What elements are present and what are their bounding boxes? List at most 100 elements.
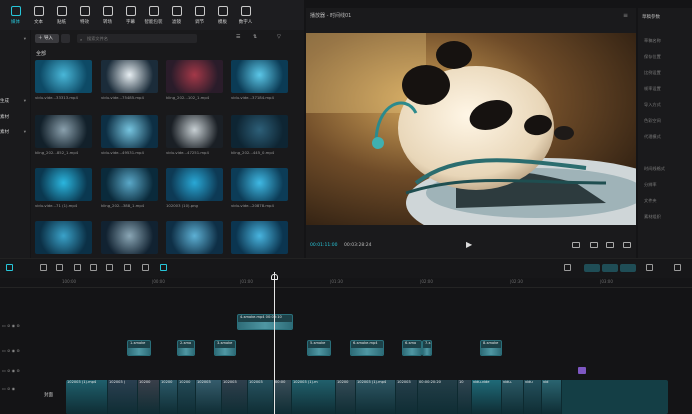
crop-icon[interactable] xyxy=(590,242,598,248)
timeline-clip[interactable]: 3-smoke xyxy=(214,340,236,356)
zoom-fit-icon[interactable] xyxy=(646,264,653,271)
main-clip[interactable]: 102003 (1).mp4 xyxy=(356,380,396,414)
main-clip[interactable]: 00:00:20:20 xyxy=(418,380,458,414)
preview-axis-toggle[interactable] xyxy=(620,264,636,272)
sidebar-item[interactable]: 素材 xyxy=(0,114,26,123)
snap-toggle[interactable] xyxy=(584,264,600,272)
main-clip[interactable]: 102003 xyxy=(248,380,274,414)
media-thumbnail[interactable] xyxy=(101,115,158,148)
main-clip[interactable]: 102003 xyxy=(222,380,248,414)
media-thumbnail[interactable] xyxy=(101,221,158,254)
main-clip[interactable]: 10200 xyxy=(160,380,178,414)
tool-template[interactable]: 模板 xyxy=(211,0,234,30)
media-thumbnail[interactable] xyxy=(101,60,158,93)
media-thumbnail[interactable] xyxy=(166,115,223,148)
media-thumbnail[interactable] xyxy=(35,60,92,93)
split-right-icon[interactable] xyxy=(106,264,113,271)
fullscreen-icon[interactable] xyxy=(623,242,631,248)
more-icon[interactable]: ▽ xyxy=(277,34,281,40)
tool-filter[interactable]: 滤镜 xyxy=(165,0,188,30)
main-clip-label: 00:00 xyxy=(275,380,286,384)
main-clip[interactable]: 102003 xyxy=(396,380,418,414)
ruler-tick-label: |03:00 xyxy=(600,279,613,284)
main-clip[interactable]: 00:00 xyxy=(274,380,292,414)
media-filename: vidu-vide...33313.mp4 xyxy=(35,95,78,100)
tool-effects[interactable]: 特效 xyxy=(73,0,96,30)
media-thumbnail[interactable] xyxy=(231,221,288,254)
ruler-tick-label: |01:00 xyxy=(240,279,253,284)
link-toggle[interactable] xyxy=(602,264,618,272)
media-filename: vidu-vide...37184.mp4 xyxy=(231,95,274,100)
timeline-clip[interactable]: 1-smoke xyxy=(127,340,151,356)
main-clip[interactable]: 10200 xyxy=(336,380,356,414)
view-toggle-button[interactable] xyxy=(61,34,70,43)
split-icon[interactable] xyxy=(74,264,81,271)
tool-captions[interactable]: 字幕 xyxy=(119,0,142,30)
zoom-slider-icon[interactable] xyxy=(674,264,681,271)
tool-transition[interactable]: 转场 xyxy=(96,0,119,30)
ratio-icon[interactable] xyxy=(572,242,580,248)
playhead-handle[interactable] xyxy=(271,274,278,280)
sort-icon[interactable]: ☰ xyxy=(236,34,240,40)
sidebar-item[interactable]: ▾ xyxy=(0,36,26,45)
search-placeholder: 搜索文件名 xyxy=(87,36,108,41)
media-thumbnail[interactable] xyxy=(231,168,288,201)
media-thumbnail[interactable] xyxy=(35,168,92,201)
timeline-ruler[interactable]: 100:00 |00:00 |01:00 |01:30 |02:00 |02:30 |03:… xyxy=(0,278,692,288)
main-clip[interactable]: 102003 ( xyxy=(108,380,138,414)
filter-icon[interactable]: ⇅ xyxy=(253,34,257,40)
marker-badge-icon[interactable] xyxy=(578,367,586,374)
media-thumbnail[interactable] xyxy=(166,60,223,93)
media-thumbnail[interactable] xyxy=(101,168,158,201)
media-thumbnail[interactable] xyxy=(166,221,223,254)
undo-icon[interactable] xyxy=(40,264,47,271)
search-input[interactable]: ⌕ 搜索文件名 xyxy=(77,34,197,43)
media-thumbnail[interactable] xyxy=(35,115,92,148)
tool-text[interactable]: 文本 xyxy=(27,0,50,30)
media-thumbnail[interactable] xyxy=(166,168,223,201)
main-clip[interactable]: 10200 xyxy=(178,380,196,414)
main-clip[interactable]: vidu xyxy=(524,380,542,414)
main-clip[interactable]: 102003 (1).mp4 xyxy=(66,380,108,414)
play-button[interactable]: ▶ xyxy=(466,240,472,249)
timeline-clip[interactable]: 6-smo xyxy=(402,340,422,356)
screenshot-icon[interactable] xyxy=(606,242,614,248)
marker-icon[interactable] xyxy=(142,264,149,271)
redo-icon[interactable] xyxy=(56,264,63,271)
main-clip[interactable]: 102003 xyxy=(196,380,222,414)
delete-icon[interactable] xyxy=(124,264,131,271)
media-thumbnail[interactable] xyxy=(231,115,288,148)
timeline-clip[interactable]: 5-smoke xyxy=(307,340,331,356)
tool-media[interactable]: 媒体 xyxy=(4,0,27,30)
tool-smart-package[interactable]: 智能包装 xyxy=(142,0,165,30)
main-clip[interactable]: vidu-vide xyxy=(472,380,502,414)
main-clip[interactable]: 10200 xyxy=(138,380,160,414)
tool-sticker[interactable]: 贴纸 xyxy=(50,0,73,30)
main-clip[interactable]: vid xyxy=(542,380,562,414)
sidebar-item[interactable]: 素材 ▾ xyxy=(0,129,26,138)
microphone-icon[interactable] xyxy=(564,264,571,271)
timeline-clip[interactable]: 2-smo xyxy=(177,340,195,356)
select-cursor-icon[interactable] xyxy=(6,264,13,271)
import-button[interactable]: ＋ 导入 xyxy=(35,34,59,43)
media-thumbnail[interactable] xyxy=(35,221,92,254)
cover-label[interactable]: 封面 xyxy=(44,392,53,398)
main-clip[interactable]: vidu- xyxy=(502,380,524,414)
menu-icon[interactable]: ≡ xyxy=(623,12,628,19)
timeline-clip[interactable]: 4-smoke.mp4 00:00:10 xyxy=(237,314,293,330)
tool-digital-human[interactable]: 数字人 xyxy=(234,0,257,30)
main-clip[interactable]: 10 xyxy=(458,380,472,414)
main-track[interactable]: 102003 (1).mp4 102003 (10200 10200 10200 102… xyxy=(66,380,668,414)
timeline-clip[interactable]: 6-smoke.mp4 xyxy=(350,340,384,356)
media-thumbnail[interactable] xyxy=(231,60,288,93)
playhead[interactable] xyxy=(274,272,275,414)
ai-tools-icon[interactable] xyxy=(160,264,167,271)
sidebar-item[interactable] xyxy=(0,73,26,82)
timeline-clip[interactable]: 8-smoke xyxy=(480,340,502,356)
timeline-clip[interactable]: 7-s xyxy=(422,340,432,356)
sidebar-item[interactable]: 生成 ▾ xyxy=(0,98,26,107)
split-left-icon[interactable] xyxy=(90,264,97,271)
main-clip-label: 00:00:20:20 xyxy=(419,380,441,384)
tool-adjust[interactable]: 调节 xyxy=(188,0,211,30)
main-clip[interactable]: 102003 (1).m xyxy=(292,380,336,414)
